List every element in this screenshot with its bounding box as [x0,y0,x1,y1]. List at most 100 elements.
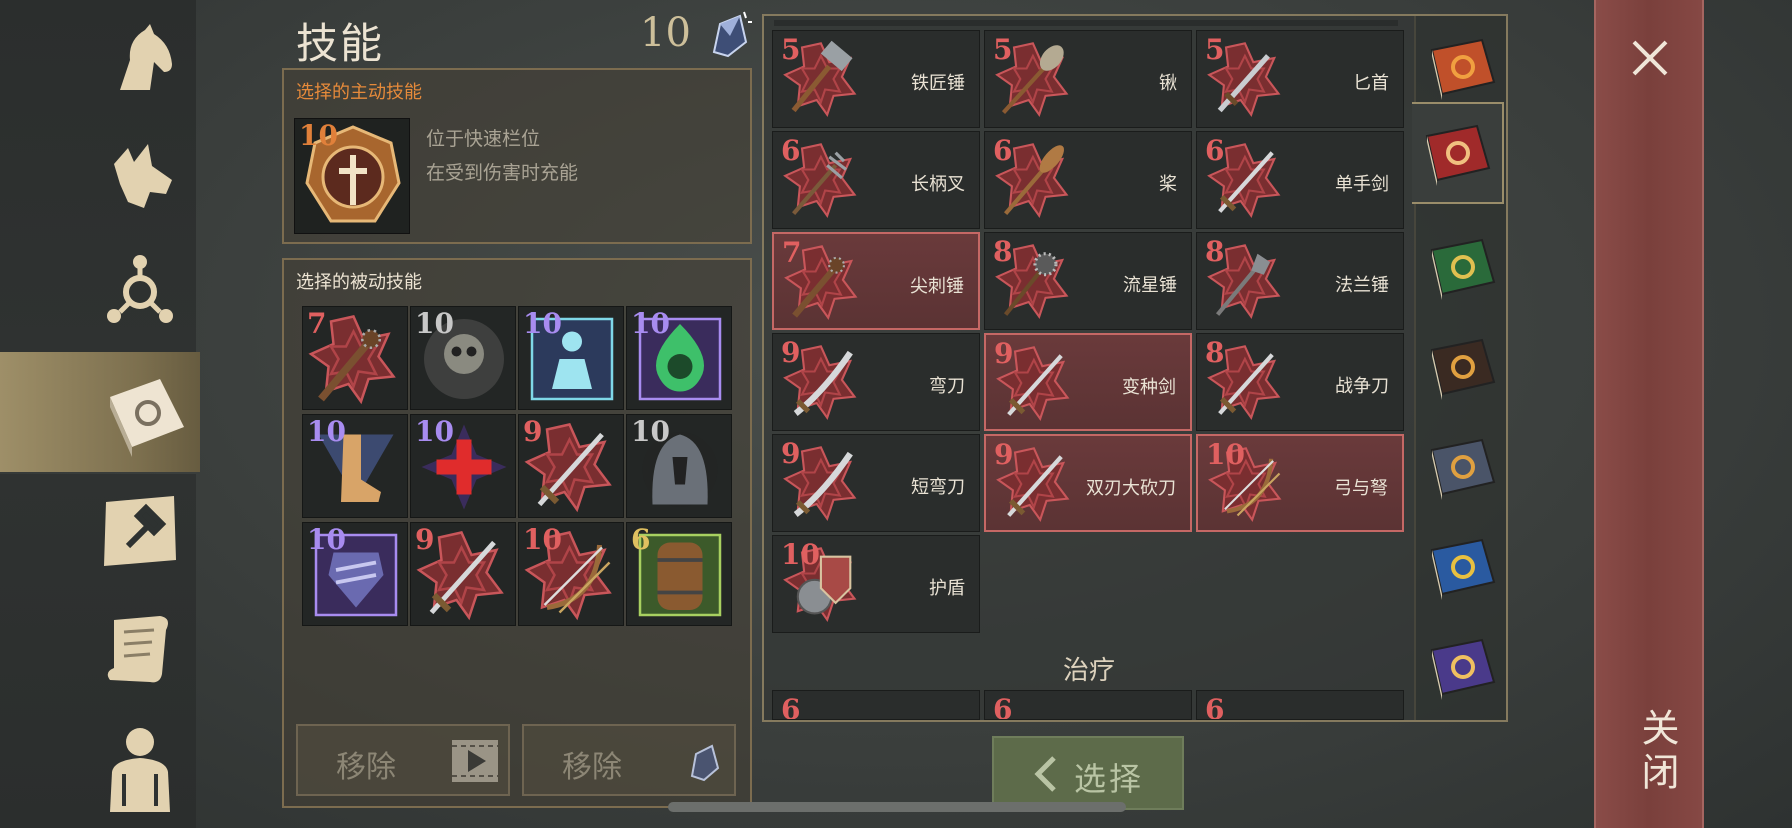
skill-level: 7 [782,236,802,269]
weapon-skill-label: 弯刀 [929,376,965,397]
skill-level: 5 [993,33,1013,66]
skill-book-tab[interactable] [1424,428,1500,506]
dog-icon [114,144,172,208]
weapon-skill-item[interactable]: 9 弯刀 [772,333,980,431]
skill-level: 9 [781,336,801,369]
weapon-skill-item[interactable]: 8 战争刀 [1196,333,1404,431]
close-icon[interactable] [1626,34,1674,82]
nav-horse[interactable] [90,10,190,110]
heal-skill-item[interactable]: 6 [984,690,1192,720]
skill-level: 9 [523,415,543,448]
skill-level: 10 [631,415,670,448]
nav-crafting[interactable] [90,480,190,580]
slate-book-icon [1430,438,1496,500]
weapon-skill-label: 匕首 [1353,73,1389,94]
skill-level: 10 [523,523,562,556]
passive-skill-slot[interactable]: 7 [302,306,408,410]
active-skill-slot[interactable]: 10 [294,118,410,234]
heal-skill-item[interactable]: 6 [1196,690,1404,720]
passive-skill-slot[interactable]: 9 [518,414,624,518]
weapon-skill-item[interactable]: 9 短弯刀 [772,434,980,532]
skill-level: 10 [307,415,346,448]
skill-level: 10 [1206,438,1245,471]
weapon-skill-item[interactable]: 5锹 [984,30,1192,128]
weapon-skill-item[interactable]: 9 双刃大砍刀 [984,434,1192,532]
green-book-icon [1430,238,1496,300]
home-indicator[interactable] [668,802,1126,812]
weapon-skill-label: 桨 [1159,174,1177,195]
weapon-skill-item[interactable]: 6 长柄叉 [772,131,980,229]
skill-level: 5 [1205,33,1225,66]
passive-skill-slot[interactable]: 10 [410,306,516,410]
weapon-skill-item[interactable]: 10 护盾 [772,535,980,633]
weapon-skill-item[interactable]: 7 尖刺锤 [772,232,980,330]
weapon-skill-item[interactable]: 9 变种剑 [984,333,1192,431]
skill-level: 8 [993,235,1013,268]
skill-book-tab[interactable] [1412,102,1504,204]
passive-skill-slot[interactable]: 10 [302,414,408,518]
passive-skill-slot[interactable]: 10 [302,522,408,626]
passive-skill-slot[interactable]: 10 [410,414,516,518]
skill-book-tab[interactable] [1424,628,1500,706]
heal-skill-item[interactable]: 6 [772,690,980,720]
nav-dog[interactable] [90,126,190,226]
skill-book-tab[interactable] [1424,528,1500,606]
character-icon [110,728,170,812]
skill-level: 5 [781,33,801,66]
nav-character[interactable] [90,718,190,818]
passive-skill-slot[interactable]: 10 [518,522,624,626]
nav-skill-tree[interactable] [90,238,190,338]
weapon-skill-item[interactable]: 5 铁匠锤 [772,30,980,128]
weapon-skills-list[interactable]: 5 铁匠锤 5 锹 5 匕首 6 长柄叉 6 桨 6 单手剑 7 尖刺锤 8 流星锤 8 法兰锤 9 弯刀 9 变种剑 8 战… [762,14,1416,722]
weapon-skill-item[interactable]: 5 匕首 [1196,30,1404,128]
weapon-skill-label: 铁匠锤 [911,73,965,94]
remove-with-video-button[interactable]: 移除 [296,724,510,796]
section-heading-heal: 治疗 [1062,656,1115,686]
active-skill-level: 10 [299,119,338,152]
list-top-edge [774,20,1398,26]
passive-skill-slot[interactable]: 9 [410,522,516,626]
crystal-icon [712,11,752,58]
skill-level: 9 [994,337,1014,370]
weapon-skill-label: 单手剑 [1335,174,1389,195]
skill-level: 6 [781,134,801,167]
skill-level: 6 [781,693,801,720]
skill-book-tab[interactable] [1424,328,1500,406]
skill-level: 10 [307,523,346,556]
skill-level: 6 [631,523,651,556]
weapon-skill-item[interactable]: 8 流星锤 [984,232,1192,330]
weapon-skill-item[interactable]: 8 法兰锤 [1196,232,1404,330]
active-skill-desc-line: 位于快速栏位 [426,128,541,150]
weapon-skill-item[interactable]: 10 弓与弩 [1196,434,1404,532]
passive-skill-slot[interactable]: 10 [626,414,732,518]
nav-quests[interactable] [90,598,190,698]
horse-icon [120,24,172,90]
skill-book-tab[interactable] [1424,28,1500,106]
skill-tree-icon [107,255,173,323]
weapon-skill-label: 尖刺锤 [910,276,964,297]
skill-level: 10 [415,307,454,340]
skill-book-tabs [1412,14,1508,722]
close-button-label[interactable]: 关闭 [1630,708,1685,796]
skill-level: 10 [631,307,670,340]
active-skill-heading: 选择的主动技能 [296,82,422,103]
skill-points-count: 10 [640,10,691,56]
passive-skill-slot[interactable]: 6 [626,522,732,626]
purple-book-icon [1430,638,1496,700]
skill-level: 9 [415,523,435,556]
nav-skills-book[interactable] [0,352,200,472]
remove-with-crystal-button[interactable]: 移除 [522,724,736,796]
skill-level: 6 [993,134,1013,167]
scroll-icon [107,616,168,683]
select-button[interactable]: 选择 [992,736,1184,810]
weapon-skill-item[interactable]: 6 单手剑 [1196,131,1404,229]
skills-book-icon [110,379,184,457]
orange-book-icon [1430,38,1496,100]
passive-skill-slot[interactable]: 10 [626,306,732,410]
weapon-skill-label: 战争刀 [1335,376,1389,397]
skill-book-tab[interactable] [1424,228,1500,306]
weapon-skill-label: 弓与弩 [1334,478,1388,499]
weapon-skill-item[interactable]: 6桨 [984,131,1192,229]
passive-skill-slot[interactable]: 10 [518,306,624,410]
close-panel[interactable]: 关闭 [1594,0,1704,828]
